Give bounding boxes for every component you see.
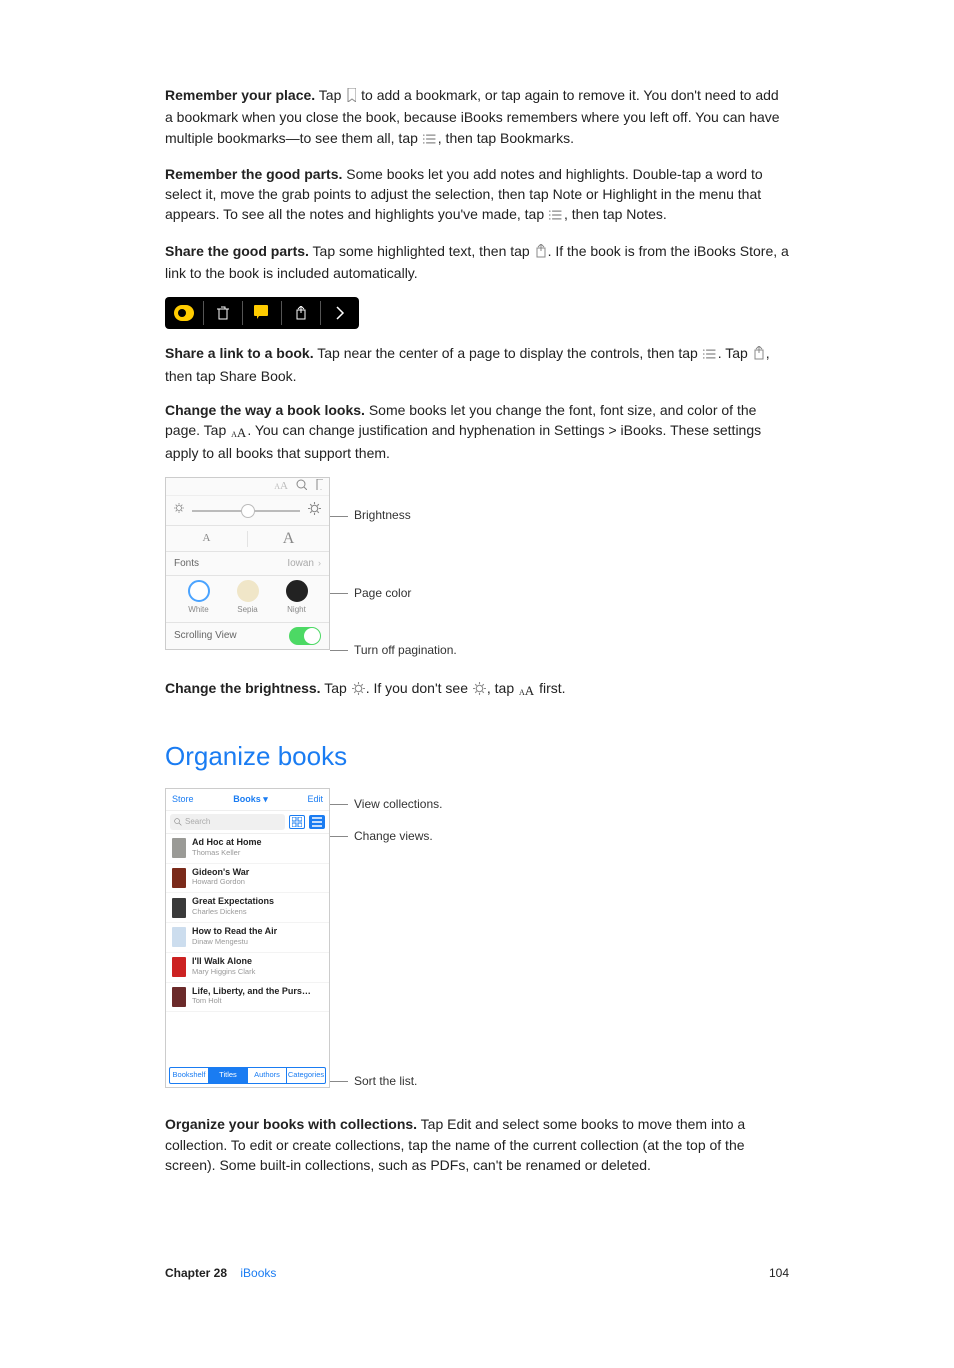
highlight-toolbar [165,297,359,329]
list-view-button[interactable] [309,815,325,829]
grid-view-button[interactable] [289,815,305,829]
highlight-color-icon [171,301,197,325]
font-name: Iowan [287,557,314,572]
bookmark-icon [346,87,356,107]
list-item[interactable]: Life, Liberty, and the Purs…Tom Holt [166,983,329,1013]
list-icon [703,345,717,365]
share-icon [535,243,547,263]
size-larger[interactable]: A [248,527,329,550]
para-remember-good-parts: Remember the good parts. Some books let … [165,164,789,227]
trash-icon [210,301,236,325]
chapter-label: Chapter 28 [165,1266,227,1280]
chevron-right-icon [327,301,353,325]
text-size-icon: AA [519,680,534,701]
note-icon [249,301,275,325]
chapter-name: iBooks [240,1266,276,1280]
para-change-brightness: Change the brightness. Tap . If you don'… [165,678,789,701]
para-remember-place: Remember your place. Tap to add a bookma… [165,85,789,150]
para-change-look: Change the way a book looks. Some books … [165,400,789,463]
scrolling-toggle[interactable] [289,627,321,645]
list-item[interactable]: Ad Hoc at HomeThomas Keller [166,834,329,864]
callout-sort: Sort the list. [354,1073,417,1090]
search-placeholder: Search [185,816,210,828]
scrolling-label: Scrolling View [174,629,237,644]
scrolling-view-row[interactable]: Scrolling View [166,623,329,649]
tab-authors[interactable]: Authors [248,1068,287,1083]
search-input[interactable]: Search [170,814,285,830]
fonts-label: Fonts [174,557,199,572]
para-share-link: Share a link to a book. Tap near the cen… [165,343,789,386]
bookshelf-panel: Store Books ▾ Edit Search Ad Hoc at Home… [165,788,330,1088]
text-size-icon: AA [274,479,288,495]
fonts-row[interactable]: Fonts Iowan › [166,552,329,576]
lead: Remember the good parts. [165,166,342,182]
lead: Remember your place. [165,87,315,103]
share-icon [753,345,765,365]
list-item[interactable]: Great ExpectationsCharles Dickens [166,893,329,923]
bookmark-icon [315,479,323,496]
sun-icon [352,680,365,700]
brightness-slider[interactable] [166,496,329,526]
appearance-panel-figure: AA A A Fonts Iowan › White Sepia Night S… [165,477,789,659]
sun-large-icon [308,502,321,521]
page-color-row[interactable]: White Sepia Night [166,576,329,623]
lead: Share a link to a book. [165,345,314,361]
callout-view-collections: View collections. [354,796,443,813]
tab-categories[interactable]: Categories [287,1068,325,1083]
text-size-icon: AA [231,422,246,443]
color-white[interactable] [188,580,210,602]
store-link[interactable]: Store [172,793,194,806]
callout-pagecolor: Page color [354,585,411,602]
lead: Change the brightness. [165,680,321,696]
edit-button[interactable]: Edit [307,793,323,806]
list-icon [423,130,437,150]
para-organize-collections: Organize your books with collections. Ta… [165,1114,789,1175]
sun-icon [473,680,486,700]
size-smaller[interactable]: A [166,531,248,547]
organize-figure: Store Books ▾ Edit Search Ad Hoc at Home… [165,788,789,1090]
callout-change-views: Change views. [354,828,433,845]
list-item[interactable]: How to Read the AirDinaw Mengestu [166,923,329,953]
chevron-right-icon: › [318,557,321,570]
organize-callouts: View collections. Change views. Sort the… [330,788,443,1090]
list-icon [549,206,563,226]
section-heading-organize: Organize books [165,738,789,776]
tab-titles[interactable]: Titles [209,1068,248,1083]
color-sepia[interactable] [237,580,259,602]
list-item[interactable]: I'll Walk AloneMary Higgins Clark [166,953,329,983]
appearance-panel: AA A A Fonts Iowan › White Sepia Night S… [165,477,330,650]
callout-pagination: Turn off pagination. [354,642,457,659]
search-icon [296,479,307,496]
lead: Share the good parts. [165,243,309,259]
page-footer: Chapter 28 iBooks 104 [165,1265,789,1282]
appearance-callouts: Brightness Page color Turn off paginatio… [330,477,457,659]
bookshelf-header: Store Books ▾ Edit [166,789,329,811]
chevron-down-icon: ▾ [263,794,268,804]
sun-small-icon [174,503,184,519]
collection-name[interactable]: Books ▾ [233,793,268,806]
lead: Change the way a book looks. [165,402,365,418]
callout-brightness: Brightness [354,507,411,524]
lead: Organize your books with collections. [165,1116,417,1132]
color-night[interactable] [286,580,308,602]
sort-tabs: Bookshelf Titles Authors Categories [169,1067,326,1084]
para-share-good-parts: Share the good parts. Tap some highlight… [165,241,789,284]
share-icon [288,301,314,325]
tab-bookshelf[interactable]: Bookshelf [170,1068,209,1083]
list-item[interactable]: Gideon's WarHoward Gordon [166,864,329,894]
page-number: 104 [769,1265,789,1282]
text-size-control[interactable]: A A [166,526,329,552]
